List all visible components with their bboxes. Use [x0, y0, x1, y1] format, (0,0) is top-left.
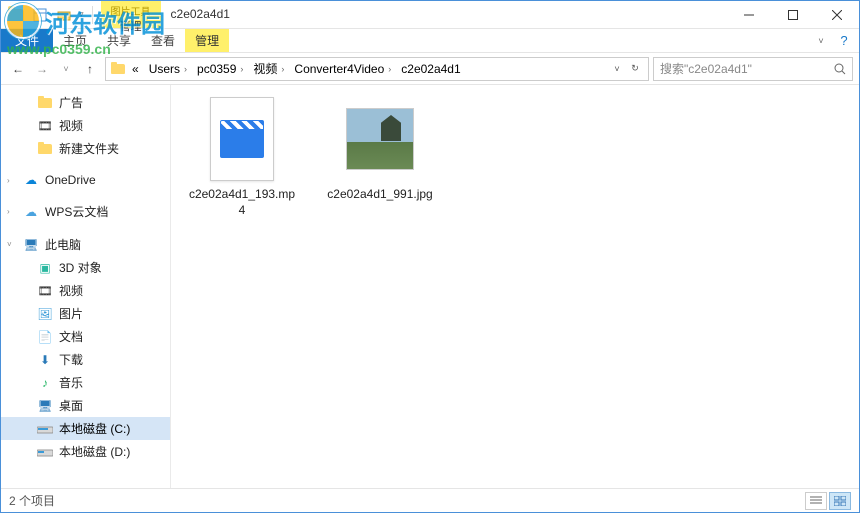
documents-icon: 📄 — [37, 330, 53, 344]
sidebar-item-videos-quick[interactable]: 🎞视频 — [1, 114, 170, 137]
3d-icon: ▣ — [37, 261, 53, 275]
address-folder-icon — [110, 62, 126, 76]
search-placeholder: 搜索"c2e02a4d1" — [660, 60, 752, 77]
window-title: c2e02a4d1 — [161, 1, 727, 28]
search-box[interactable]: 搜索"c2e02a4d1" — [653, 57, 853, 81]
file-name: c2e02a4d1_991.jpg — [327, 187, 432, 203]
window-controls — [727, 1, 859, 28]
sidebar-item-onedrive[interactable]: ›☁OneDrive — [1, 170, 170, 190]
video-file-icon — [220, 120, 264, 158]
close-button[interactable] — [815, 1, 859, 28]
address-refresh-icon[interactable]: ↻ — [626, 63, 644, 74]
qat-dropdown-icon[interactable]: ▾ — [79, 9, 84, 20]
file-name: c2e02a4d1_193.mp4 — [187, 187, 297, 218]
collapse-icon[interactable]: ˅ — [7, 240, 17, 249]
sidebar-item-desktop[interactable]: 🖥桌面 — [1, 394, 170, 417]
pictures-icon: 🖼 — [37, 307, 53, 321]
sidebar-item-local-disk-d[interactable]: 本地磁盘 (D:) — [1, 440, 170, 463]
qat-properties-icon[interactable] — [31, 6, 49, 24]
onedrive-icon: ☁ — [23, 173, 39, 187]
sidebar-item-documents[interactable]: 📄文档 — [1, 325, 170, 348]
quick-access-toolbar: ▾ — [1, 1, 101, 28]
sidebar-item-local-disk-c[interactable]: 本地磁盘 (C:) — [1, 417, 170, 440]
sidebar-item-wps[interactable]: ›☁WPS云文档 — [1, 200, 170, 223]
sidebar-item-videos[interactable]: 🎞视频 — [1, 279, 170, 302]
maximize-button[interactable] — [771, 1, 815, 28]
navigation-pane[interactable]: 广告 🎞视频 新建文件夹 ›☁OneDrive ›☁WPS云文档 ˅🖥此电脑 ▣… — [1, 85, 171, 488]
this-pc-icon: 🖥 — [23, 238, 39, 252]
ribbon-collapse-icon[interactable]: ˅ — [813, 36, 829, 46]
title-bar: ▾ 图片工具 管理 c2e02a4d1 — [1, 1, 859, 29]
drive-icon — [37, 422, 53, 436]
tab-home[interactable]: 主页 — [53, 29, 97, 52]
file-thumbnail — [346, 95, 414, 183]
breadcrumb-seg-2[interactable]: 视频› — [249, 60, 288, 77]
sidebar-item-3d-objects[interactable]: ▣3D 对象 — [1, 256, 170, 279]
file-item-video[interactable]: c2e02a4d1_193.mp4 — [187, 95, 297, 218]
contextual-tab-category: 图片工具 — [111, 3, 151, 18]
contextual-tab-picture-tools[interactable]: 图片工具 管理 — [101, 1, 161, 28]
sidebar-item-new-folder[interactable]: 新建文件夹 — [1, 137, 170, 160]
nav-forward-button[interactable]: → — [31, 58, 53, 80]
file-thumbnail — [208, 95, 276, 183]
nav-up-button[interactable]: ↑ — [79, 58, 101, 80]
sidebar-item-music[interactable]: ♪音乐 — [1, 371, 170, 394]
desktop-icon: 🖥 — [37, 399, 53, 413]
sidebar-item-downloads[interactable]: ⬇下载 — [1, 348, 170, 371]
tab-file[interactable]: 文件 — [1, 29, 53, 52]
image-preview-icon — [346, 108, 414, 170]
breadcrumb-seg-0[interactable]: Users› — [145, 62, 191, 76]
sidebar-item-this-pc[interactable]: ˅🖥此电脑 — [1, 233, 170, 256]
minimize-button[interactable] — [727, 1, 771, 28]
expand-icon[interactable]: › — [7, 176, 17, 185]
video-icon: 🎞 — [37, 119, 53, 133]
drive-icon — [37, 445, 53, 459]
downloads-icon: ⬇ — [37, 353, 53, 367]
breadcrumb-seg-3[interactable]: Converter4Video› — [290, 62, 395, 76]
music-icon: ♪ — [37, 376, 53, 390]
sidebar-item-ads[interactable]: 广告 — [1, 91, 170, 114]
search-icon[interactable] — [834, 63, 846, 75]
address-bar[interactable]: « Users› pc0359› 视频› Converter4Video› c2… — [105, 57, 649, 81]
tab-view[interactable]: 查看 — [141, 29, 185, 52]
ribbon-tabs: 文件 主页 共享 查看 管理 ˅ ? — [1, 29, 859, 53]
help-icon[interactable]: ? — [829, 33, 859, 48]
view-details-button[interactable] — [805, 492, 827, 510]
status-bar: 2 个项目 — [1, 488, 859, 512]
nav-bar: ← → ˅ ↑ « Users› pc0359› 视频› Converter4V… — [1, 53, 859, 85]
tab-share[interactable]: 共享 — [97, 29, 141, 52]
nav-back-button[interactable]: ← — [7, 58, 29, 80]
qat-new-folder-icon[interactable] — [55, 6, 73, 24]
breadcrumb-prefix[interactable]: « — [128, 62, 143, 76]
file-item-image[interactable]: c2e02a4d1_991.jpg — [325, 95, 435, 203]
body: 广告 🎞视频 新建文件夹 ›☁OneDrive ›☁WPS云文档 ˅🖥此电脑 ▣… — [1, 85, 859, 488]
tab-manage[interactable]: 管理 — [185, 29, 229, 52]
breadcrumb-seg-4[interactable]: c2e02a4d1 — [397, 62, 464, 76]
sidebar-item-pictures[interactable]: 🖼图片 — [1, 302, 170, 325]
video-icon: 🎞 — [37, 284, 53, 298]
address-dropdown-icon[interactable]: ˅ — [608, 64, 626, 74]
nav-recent-dropdown[interactable]: ˅ — [55, 58, 77, 80]
file-list[interactable]: c2e02a4d1_193.mp4 c2e02a4d1_991.jpg — [171, 85, 859, 488]
view-large-icons-button[interactable] — [829, 492, 851, 510]
item-count: 2 个项目 — [9, 492, 55, 509]
wps-icon: ☁ — [23, 205, 39, 219]
folder-app-icon — [7, 6, 25, 24]
breadcrumb-seg-1[interactable]: pc0359› — [193, 62, 247, 76]
